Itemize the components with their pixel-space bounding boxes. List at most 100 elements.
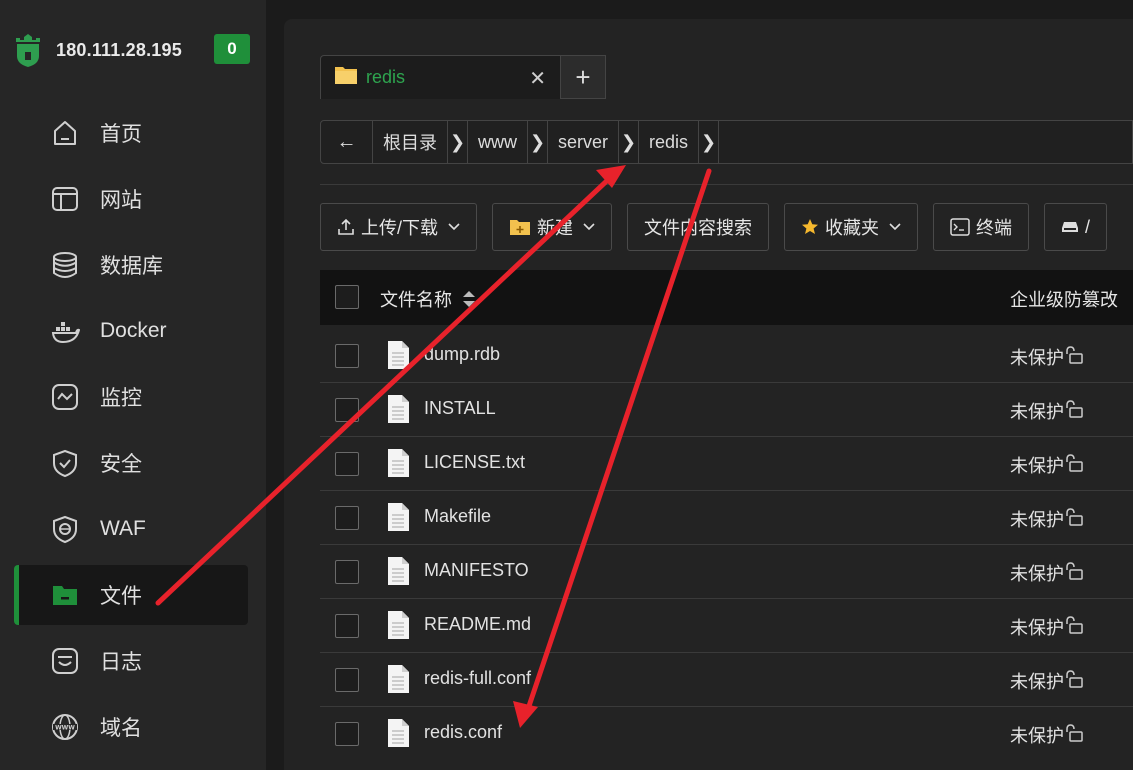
chevron-right-icon[interactable]: ❯	[528, 121, 548, 163]
breadcrumb-item-root[interactable]: 根目录	[373, 121, 448, 163]
protection-status[interactable]: 未保护	[1010, 506, 1084, 532]
file-manager-panel: redis ✕ + ← 根目录 ❯ www ❯ server ❯ redis ❯…	[284, 19, 1133, 770]
unlock-icon	[1066, 723, 1084, 747]
row-checkbox[interactable]	[335, 668, 359, 692]
table-row[interactable]: redis.conf 未保护	[320, 707, 1133, 761]
sidebar-item-domain[interactable]: WWW 域名	[14, 697, 248, 757]
protection-label: 未保护	[1010, 348, 1064, 368]
folder-icon	[334, 65, 358, 90]
chevron-right-icon[interactable]: ❯	[448, 121, 468, 163]
row-checkbox[interactable]	[335, 398, 359, 422]
protection-status[interactable]: 未保护	[1010, 344, 1084, 370]
row-checkbox[interactable]	[335, 344, 359, 368]
sidebar-item-label: 域名	[100, 717, 142, 740]
protection-label: 未保护	[1010, 564, 1064, 584]
sidebar-item-label: WAF	[100, 517, 146, 540]
file-name[interactable]: MANIFESTO	[424, 560, 529, 581]
protection-label: 未保护	[1010, 618, 1064, 638]
close-icon[interactable]: ✕	[529, 66, 546, 91]
disk-label: /	[1085, 216, 1091, 237]
row-checkbox[interactable]	[335, 614, 359, 638]
svg-text:WWW: WWW	[55, 725, 75, 732]
file-name[interactable]: INSTALL	[424, 398, 496, 419]
file-icon	[386, 610, 410, 645]
table-row[interactable]: dump.rdb 未保护	[320, 329, 1133, 383]
table-row[interactable]: README.md 未保护	[320, 599, 1133, 653]
unlock-icon	[1066, 669, 1084, 693]
favorites-button[interactable]: 收藏夹	[784, 203, 919, 251]
file-list: dump.rdb 未保护 INSTALL 未保护 LICENSE.txt 未保护…	[320, 329, 1133, 761]
table-row[interactable]: LICENSE.txt 未保护	[320, 437, 1133, 491]
row-checkbox[interactable]	[335, 506, 359, 530]
protection-status[interactable]: 未保护	[1010, 668, 1084, 694]
chevron-down-icon	[889, 223, 901, 231]
terminal-label: 终端	[976, 218, 1013, 238]
row-checkbox[interactable]	[335, 560, 359, 584]
upload-download-button[interactable]: 上传/下载	[320, 203, 478, 251]
log-icon	[50, 646, 80, 676]
back-button[interactable]: ←	[321, 121, 373, 163]
protection-status[interactable]: 未保护	[1010, 452, 1084, 478]
sidebar-item-docker[interactable]: Docker	[14, 301, 248, 361]
notification-badge[interactable]: 0	[214, 34, 250, 64]
upload-download-label: 上传/下载	[361, 218, 439, 238]
sidebar-item-logs[interactable]: 日志	[14, 631, 248, 691]
column-header-name[interactable]: 文件名称	[380, 286, 476, 312]
tab-redis[interactable]: redis ✕	[320, 55, 561, 99]
chevron-right-icon[interactable]: ❯	[619, 121, 640, 163]
server-ip: 180.111.28.195	[56, 39, 182, 60]
file-name[interactable]: README.md	[424, 614, 531, 635]
new-button[interactable]: 新建	[492, 203, 613, 251]
sort-icon[interactable]	[462, 290, 476, 308]
protection-status[interactable]: 未保护	[1010, 398, 1084, 424]
protection-status[interactable]: 未保护	[1010, 560, 1084, 586]
file-icon	[386, 718, 410, 753]
castle-logo-icon	[14, 32, 42, 68]
file-icon	[386, 340, 410, 375]
breadcrumb-item-www[interactable]: www	[468, 121, 528, 163]
file-name[interactable]: redis.conf	[424, 722, 502, 743]
sidebar-item-label: 安全	[100, 453, 142, 476]
row-checkbox[interactable]	[335, 452, 359, 476]
select-all-checkbox[interactable]	[335, 285, 359, 309]
sidebar-item-waf[interactable]: WAF	[14, 499, 248, 559]
terminal-icon	[950, 218, 970, 236]
sidebar-item-security[interactable]: 安全	[14, 433, 248, 493]
docker-icon	[50, 316, 80, 346]
table-row[interactable]: INSTALL 未保护	[320, 383, 1133, 437]
toolbar: 上传/下载 新建 文件内容搜索 收藏夹 终端 /	[320, 203, 1122, 251]
home-icon	[50, 118, 80, 148]
add-tab-button[interactable]: +	[561, 55, 606, 99]
terminal-button[interactable]: 终端	[933, 203, 1030, 251]
table-row[interactable]: redis-full.conf 未保护	[320, 653, 1133, 707]
database-icon	[50, 250, 80, 280]
file-name[interactable]: dump.rdb	[424, 344, 500, 365]
chevron-right-icon[interactable]: ❯	[699, 121, 720, 163]
sidebar-item-home[interactable]: 首页	[14, 103, 248, 163]
sidebar-item-website[interactable]: 网站	[14, 169, 248, 229]
sidebar-item-database[interactable]: 数据库	[14, 235, 248, 295]
chevron-down-icon	[448, 223, 460, 231]
table-row[interactable]: MANIFESTO 未保护	[320, 545, 1133, 599]
website-icon	[50, 184, 80, 214]
row-checkbox[interactable]	[335, 722, 359, 746]
sidebar: 180.111.28.195 0 首页 网站 数据库 Docker 监控 安全 …	[0, 0, 266, 770]
table-row[interactable]: Makefile 未保护	[320, 491, 1133, 545]
breadcrumb-item-server[interactable]: server	[548, 121, 620, 163]
protection-status[interactable]: 未保护	[1010, 614, 1084, 640]
file-name[interactable]: Makefile	[424, 506, 491, 527]
file-name[interactable]: redis-full.conf	[424, 668, 531, 689]
protection-label: 未保护	[1010, 726, 1064, 746]
breadcrumb-item-redis[interactable]: redis	[639, 121, 700, 163]
sidebar-item-label: 文件	[100, 585, 142, 608]
tab-bar: redis ✕ +	[320, 55, 606, 99]
new-label: 新建	[537, 218, 574, 238]
sidebar-item-monitor[interactable]: 监控	[14, 367, 248, 427]
disk-button[interactable]: /	[1044, 203, 1108, 251]
new-folder-icon	[509, 218, 531, 236]
sidebar-item-files[interactable]: 文件	[14, 565, 248, 625]
file-name[interactable]: LICENSE.txt	[424, 452, 525, 473]
protection-status[interactable]: 未保护	[1010, 722, 1084, 748]
content-search-button[interactable]: 文件内容搜索	[627, 203, 770, 251]
sidebar-item-label: Docker	[100, 319, 167, 342]
